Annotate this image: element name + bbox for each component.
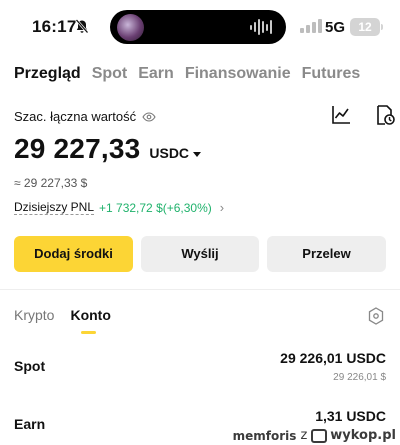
eye-icon[interactable] (142, 111, 156, 122)
account-name: Earn (14, 416, 46, 432)
line-chart-icon[interactable] (330, 104, 352, 126)
subtab-konto[interactable]: Konto (70, 307, 111, 334)
tab-spot[interactable]: Spot (92, 65, 128, 83)
transfer-button[interactable]: Przelew (267, 236, 386, 272)
tab-przeglad[interactable]: Przegląd (14, 65, 81, 83)
watermark: memforis z wykop.pl (233, 428, 396, 443)
dynamic-island (110, 10, 286, 44)
currency-label: USDC (149, 145, 190, 161)
watermark-site: wykop.pl (330, 428, 396, 443)
status-bar: 16:17 5G 12 (0, 0, 400, 56)
overview-actions (330, 104, 396, 126)
wykop-logo: wykop.pl (311, 428, 396, 443)
account-row-spot[interactable]: Spot 29 226,01 USDC 29 226,01 $ (14, 350, 386, 390)
now-playing-artwork (117, 14, 144, 41)
chevron-right-icon: › (219, 200, 225, 215)
account-fiat: 29 226,01 $ (333, 372, 386, 383)
signal-strength-icon (300, 19, 322, 33)
send-button[interactable]: Wyślij (141, 236, 259, 272)
pnl-value: +1 732,72 $(+6,30%) (99, 200, 212, 215)
subtab-krypto[interactable]: Krypto (14, 307, 54, 323)
history-icon[interactable] (374, 104, 396, 126)
account-amount: 1,31 USDC (315, 408, 386, 424)
estimated-value-label: Szac. łączna wartość (14, 109, 137, 124)
tab-futures[interactable]: Futures (302, 65, 361, 83)
section-divider (0, 289, 400, 290)
tab-earn[interactable]: Earn (138, 65, 174, 83)
deposit-button[interactable]: Dodaj środki (14, 236, 133, 272)
battery-indicator: 12 (350, 18, 383, 36)
status-time: 16:17 (32, 17, 77, 36)
hexagon-settings-icon[interactable] (368, 307, 384, 325)
audio-waveform-icon (250, 19, 272, 35)
account-amount: 29 226,01 USDC (280, 350, 386, 366)
currency-selector[interactable]: USDC (149, 145, 202, 161)
pnl-label: Dzisiejszy PNL (14, 200, 95, 215)
estimated-value-label-row: Szac. łączna wartość (14, 109, 156, 124)
account-name: Spot (14, 358, 46, 374)
tab-finansowanie[interactable]: Finansowanie (185, 65, 291, 83)
balance-row: 29 227,33 USDC (14, 133, 202, 165)
approx-fiat-value: ≈ 29 227,33 $ (14, 176, 88, 190)
caret-down-icon (193, 151, 202, 157)
wykop-logo-icon (311, 428, 328, 443)
bell-slash-icon (75, 19, 89, 34)
network-type: 5G (325, 19, 346, 36)
total-balance: 29 227,33 (14, 133, 141, 164)
main-tabs: Przegląd Spot Earn Finansowanie Futures (14, 65, 360, 83)
watermark-user: memforis (232, 428, 297, 443)
todays-pnl-row[interactable]: Dzisiejszy PNL +1 732,72 $(+6,30%) › (14, 200, 224, 215)
watermark-letter: z (300, 428, 308, 443)
asset-subtabs: Krypto Konto (14, 307, 111, 334)
